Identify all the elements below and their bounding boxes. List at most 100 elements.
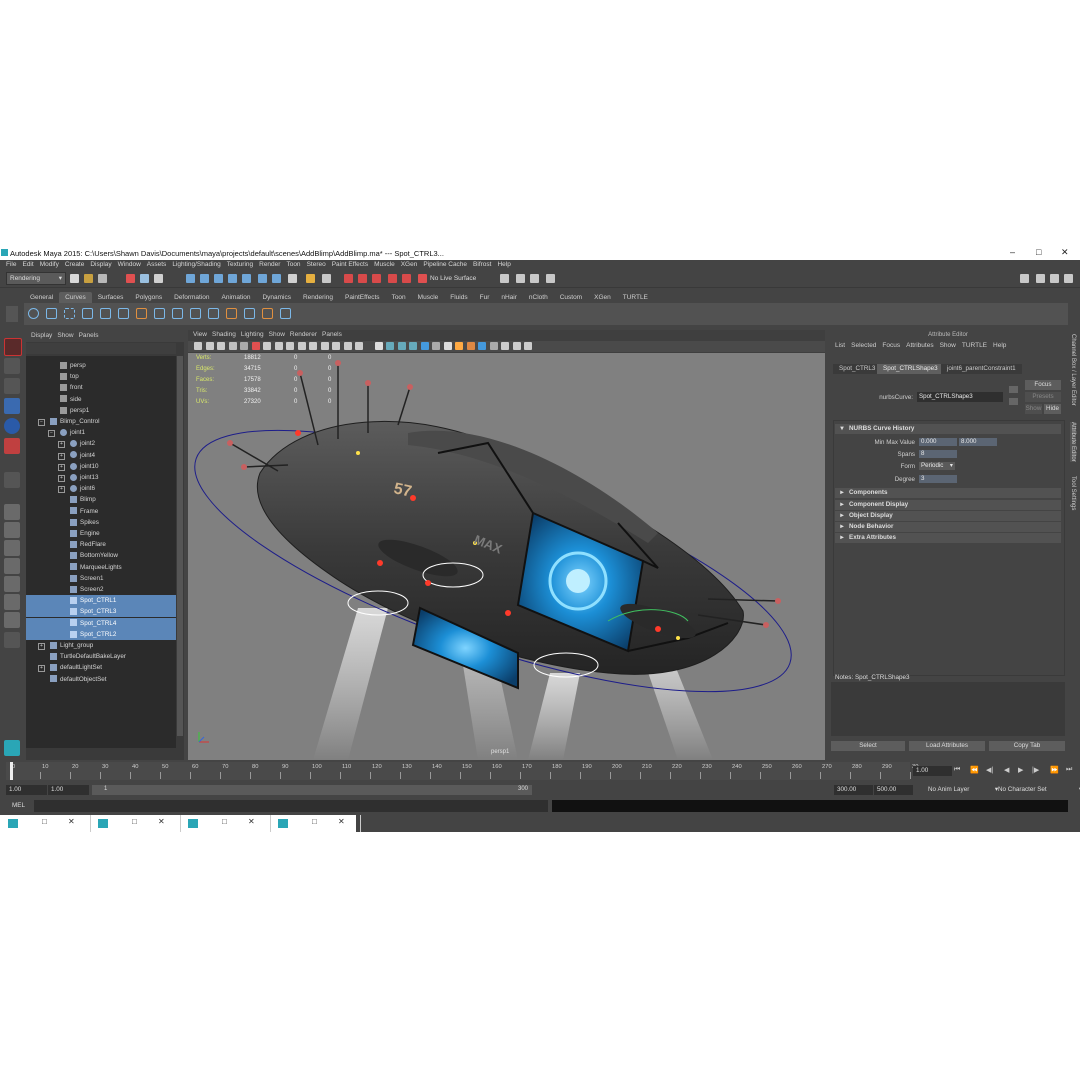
outliner-item[interactable]: TurtleDefaultBakeLayer <box>26 651 176 662</box>
viewport-tool-icon[interactable] <box>228 342 237 350</box>
attribute-editor-toggle-icon[interactable] <box>1036 274 1045 283</box>
viewport-tool-icon[interactable] <box>332 342 340 350</box>
outliner-item[interactable]: + Light_group <box>26 640 176 651</box>
outliner-item[interactable]: Frame <box>26 506 176 517</box>
menu-lighting-shading[interactable]: Lighting/Shading <box>172 260 220 270</box>
time-slider[interactable]: 0 10 20 30 40 50 60 70 80 90 100 110 120 130 140 150 160… <box>6 762 918 780</box>
close-button[interactable]: ✕ <box>1061 247 1069 258</box>
viewport-tool-icon[interactable] <box>466 342 475 350</box>
shelf-tab-turtle[interactable]: TURTLE <box>617 292 654 303</box>
restore-icon[interactable]: □ <box>222 817 227 826</box>
viewport-tool-icon[interactable] <box>455 342 463 350</box>
expand-toggle-icon[interactable]: + <box>58 486 65 494</box>
expand-toggle-icon[interactable]: − <box>38 419 45 426</box>
menu-bifrost[interactable]: Bifrost <box>473 260 491 270</box>
minimize-button[interactable]: – <box>1010 247 1015 257</box>
bezier-icon[interactable] <box>136 308 147 319</box>
menu-xgen[interactable]: XGen <box>401 260 418 270</box>
paint-icon[interactable] <box>546 274 555 283</box>
outliner-hscrollbar[interactable] <box>26 748 176 756</box>
move-tool-icon[interactable] <box>4 398 20 414</box>
playhead[interactable] <box>10 762 13 780</box>
last-tool-icon[interactable] <box>4 472 20 488</box>
offset-curve-icon[interactable] <box>244 308 255 319</box>
viewport-menu-panels[interactable]: Panels <box>322 331 342 338</box>
mel-label[interactable]: MEL <box>12 802 25 809</box>
viewport-menu-view[interactable]: View <box>193 331 207 338</box>
menu-paint-effects[interactable]: Paint Effects <box>332 260 368 270</box>
open-scene-icon[interactable] <box>84 274 93 283</box>
outliner-item[interactable]: RedFlare <box>26 539 176 550</box>
scale-tool-icon[interactable] <box>4 438 20 454</box>
current-frame-field[interactable]: 1.00 <box>913 766 952 776</box>
step-forward-key-icon[interactable]: ⏩ <box>1050 766 1059 774</box>
expand-toggle-icon[interactable]: + <box>58 452 65 460</box>
close-icon[interactable]: ✕ <box>158 817 165 826</box>
expand-toggle-icon[interactable]: + <box>38 643 45 650</box>
expand-toggle-icon[interactable]: + <box>58 475 65 482</box>
playback-end-field[interactable]: 300.00 <box>834 785 873 795</box>
step-back-key-icon[interactable]: ⏪ <box>970 766 979 774</box>
shelf-tab-nhair[interactable]: nHair <box>495 292 523 303</box>
outliner-item[interactable]: + joint10 <box>26 461 176 472</box>
camera-icon[interactable] <box>500 274 509 283</box>
outliner-menu-show[interactable]: Show <box>57 332 73 339</box>
outliner-item[interactable]: persp <box>26 360 176 371</box>
snap-curve-icon[interactable] <box>200 274 209 283</box>
outliner-menu-panels[interactable]: Panels <box>79 332 99 339</box>
menu-muscle[interactable]: Muscle <box>374 260 395 270</box>
insert-knot-icon[interactable] <box>208 308 219 319</box>
presets-button[interactable]: Presets <box>1025 392 1061 402</box>
ep-curve-icon[interactable] <box>82 308 93 319</box>
paint-select-tool-icon[interactable] <box>4 378 20 394</box>
outliner-item[interactable]: defaultObjectSet <box>26 674 176 685</box>
restore-icon[interactable]: □ <box>42 817 47 826</box>
shelf-tab-painteffects[interactable]: PaintEffects <box>339 292 386 303</box>
outliner-item[interactable]: MarqueeLights <box>26 562 176 573</box>
viewport-tool-icon[interactable] <box>512 342 521 350</box>
outliner-item[interactable]: front <box>26 382 176 393</box>
ae-tab-2[interactable]: joint6_parentConstraint1 <box>941 364 1022 374</box>
range-slider[interactable]: 1 300 <box>92 785 532 795</box>
ae-tab-1[interactable]: Spot_CTRLShape3 <box>877 364 944 374</box>
menu-modify[interactable]: Modify <box>40 260 59 270</box>
viewport-tool-icon[interactable] <box>217 342 225 350</box>
history-icon[interactable] <box>258 274 267 283</box>
outliner-item[interactable]: − joint1 <box>26 427 176 438</box>
close-icon[interactable]: ✕ <box>68 817 75 826</box>
close-icon[interactable]: ✕ <box>338 817 345 826</box>
cv-curve-icon[interactable] <box>64 308 75 319</box>
go-to-start-icon[interactable]: ⏮ <box>954 766 960 774</box>
go-to-output-icon[interactable] <box>1009 398 1018 405</box>
menu-assets[interactable]: Assets <box>147 260 167 270</box>
show-button[interactable]: Show <box>1025 404 1042 414</box>
attribute-scroll-area[interactable] <box>833 420 1065 676</box>
restore-icon[interactable]: □ <box>312 817 317 826</box>
close-icon[interactable]: ✕ <box>248 817 255 826</box>
nurbs-square-icon[interactable] <box>46 308 57 319</box>
new-scene-icon[interactable] <box>70 274 79 283</box>
tool-settings-toggle-icon[interactable] <box>1050 274 1059 283</box>
outliner-item[interactable]: + joint2 <box>26 438 176 449</box>
menu-help[interactable]: Help <box>497 260 510 270</box>
outliner-item[interactable]: Blimp <box>26 494 176 505</box>
viewport-tool-icon[interactable] <box>240 342 248 350</box>
viewport-tool-icon[interactable] <box>205 342 214 350</box>
mode-menu-dropdown[interactable]: Rendering ▾ <box>6 272 66 285</box>
viewport-tool-icon[interactable] <box>443 342 452 350</box>
outliner-item[interactable]: Spikes <box>26 517 176 528</box>
select-button[interactable]: Select <box>831 741 905 751</box>
mel-command-input[interactable] <box>34 800 548 812</box>
shelf-tab-curves[interactable]: Curves <box>59 292 92 303</box>
shelf-tab-rendering[interactable]: Rendering <box>297 292 339 303</box>
outliner-item[interactable]: + joint13 <box>26 472 176 483</box>
minimized-window-3[interactable]: □ ✕ <box>182 815 271 832</box>
four-pane-layout-icon[interactable] <box>4 522 20 538</box>
shelf-tab-deformation[interactable]: Deformation <box>168 292 215 303</box>
menu-render[interactable]: Render <box>259 260 280 270</box>
viewport-scene[interactable]: 57 MAX Verts: 18812 0 0 Edges: 34715 0 0 Faces: 1… <box>188 353 825 760</box>
viewport-tool-icon[interactable] <box>251 342 260 350</box>
channel-box-toggle-icon[interactable] <box>1064 274 1073 283</box>
viewport-tool-icon[interactable] <box>297 342 306 350</box>
viewport-tool-icon[interactable] <box>478 342 486 350</box>
